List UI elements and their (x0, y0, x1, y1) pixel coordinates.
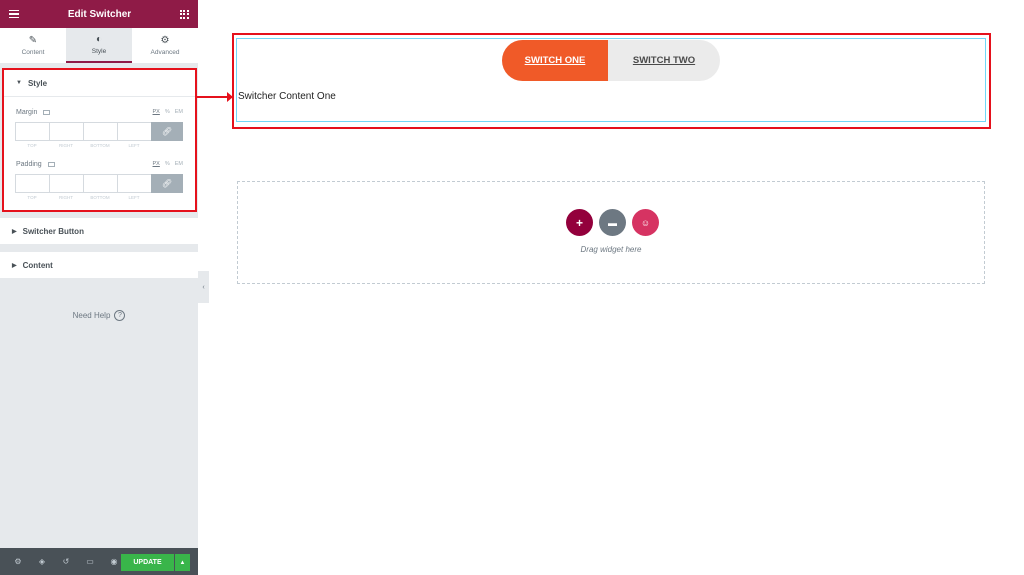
drag-widget-hint: Drag widget here (580, 245, 642, 254)
help-label: Need Help (72, 311, 111, 320)
caret-right-icon: ▶ (12, 262, 17, 269)
section-title: Switcher Button (22, 226, 84, 236)
unit-px[interactable]: PX (153, 161, 160, 167)
update-options-caret-icon[interactable]: ▲ (175, 554, 190, 571)
history-icon[interactable]: ↺ (54, 557, 78, 566)
padding-top-input[interactable] (15, 174, 49, 193)
contrast-icon: ◐ (95, 33, 103, 45)
desktop-icon[interactable] (47, 161, 55, 167)
margin-left-input[interactable] (117, 122, 151, 141)
ea-logo-icon: ☺ (640, 217, 651, 228)
padding-control-header: Padding PX % EM (4, 157, 195, 171)
panel-footer: ⚙ ◈ ↺ ▭ ◉ UPDATE ▲ (0, 548, 198, 575)
widgets-grid-icon[interactable] (179, 9, 189, 19)
add-template-button[interactable]: ▬ (599, 209, 626, 236)
padding-left-input[interactable] (117, 174, 151, 193)
section-title: Content (22, 260, 53, 270)
question-icon: ? (114, 310, 126, 321)
padding-label: Padding (16, 160, 42, 168)
divider (4, 96, 195, 97)
add-section-button[interactable]: + (566, 209, 593, 236)
editor-panel: Edit Switcher ✎ Content ◐ Style ⚙ Advanc… (0, 0, 198, 575)
dim-label-right: RIGHT (59, 195, 73, 200)
link-values-button[interactable]: 🔗︎ (151, 174, 183, 193)
ea-templates-button[interactable]: ☺ (632, 209, 659, 236)
pencil-icon: ✎ (28, 34, 38, 46)
tab-label: Style (91, 47, 107, 55)
tab-advanced[interactable]: ⚙ Advanced (132, 28, 198, 63)
responsive-icon[interactable]: ▭ (78, 557, 102, 566)
menu-icon[interactable] (9, 9, 19, 19)
margin-control-header: Margin PX % EM (4, 105, 195, 119)
switcher-content: Switcher Content One (238, 91, 336, 102)
desktop-icon[interactable] (43, 109, 51, 115)
margin-top-input[interactable] (15, 122, 49, 141)
unit-em[interactable]: EM (175, 161, 183, 167)
margin-dimensions: 🔗︎ (15, 122, 183, 141)
tab-label: Advanced (150, 48, 180, 56)
dim-label-left: LEFT (128, 143, 140, 148)
dim-label-right: RIGHT (59, 143, 73, 148)
padding-dim-labels: TOP RIGHT BOTTOM LEFT (15, 195, 183, 200)
panel-header: Edit Switcher (0, 0, 198, 28)
style-section-header[interactable]: ▼ Style (4, 70, 195, 96)
plus-icon: + (575, 215, 583, 230)
caret-right-icon: ▶ (12, 228, 17, 235)
padding-bottom-input[interactable] (83, 174, 117, 193)
link-values-button[interactable]: 🔗︎ (151, 122, 183, 141)
panel-title: Edit Switcher (67, 8, 132, 20)
section-title: Style (27, 78, 48, 88)
unit-switcher: PX % EM (153, 109, 183, 115)
margin-right-input[interactable] (49, 122, 83, 141)
link-icon: 🔗︎ (161, 179, 173, 188)
caret-down-icon: ▼ (16, 80, 22, 86)
switch-two-button[interactable]: SWITCH TWO (608, 40, 720, 81)
annotation-arrow (197, 92, 233, 102)
padding-right-input[interactable] (49, 174, 83, 193)
switch-one-button[interactable]: SWITCH ONE (502, 40, 608, 81)
chevron-left-icon: ‹ (202, 283, 205, 291)
tab-style[interactable]: ◐ Style (66, 28, 132, 63)
need-help-link[interactable]: Need Help ? (0, 310, 198, 321)
dim-label-bottom: BOTTOM (90, 143, 110, 148)
navigator-icon[interactable]: ◈ (30, 557, 54, 566)
folder-icon: ▬ (608, 217, 617, 228)
dim-label-top: TOP (27, 195, 37, 200)
dim-label-bottom: BOTTOM (90, 195, 110, 200)
collapse-panel-button[interactable]: ‹ (198, 271, 209, 303)
content-switcher: SWITCH ONE SWITCH TWO (502, 40, 720, 81)
link-icon: 🔗︎ (161, 127, 173, 136)
dim-label-left: LEFT (128, 195, 140, 200)
tab-content[interactable]: ✎ Content (0, 28, 66, 63)
settings-icon[interactable]: ⚙ (6, 557, 30, 566)
unit-percent[interactable]: % (165, 109, 170, 115)
style-section: ▼ Style Margin PX % EM 🔗︎ TOP RIGHT BOTT… (2, 68, 197, 212)
padding-dimensions: 🔗︎ (15, 174, 183, 193)
unit-px[interactable]: PX (153, 109, 160, 115)
dim-label-top: TOP (27, 143, 37, 148)
margin-label: Margin (16, 108, 38, 116)
gear-icon: ⚙ (160, 34, 170, 46)
panel-tabs: ✎ Content ◐ Style ⚙ Advanced (0, 28, 198, 64)
unit-em[interactable]: EM (175, 109, 183, 115)
update-button[interactable]: UPDATE (121, 554, 174, 571)
unit-switcher: PX % EM (153, 161, 183, 167)
drop-zone-actions: + ▬ ☺ (566, 209, 659, 236)
section-content[interactable]: ▶ Content (0, 252, 198, 278)
unit-percent[interactable]: % (165, 161, 170, 167)
section-switcher-button[interactable]: ▶ Switcher Button (0, 218, 198, 244)
margin-bottom-input[interactable] (83, 122, 117, 141)
tab-label: Content (21, 48, 45, 56)
